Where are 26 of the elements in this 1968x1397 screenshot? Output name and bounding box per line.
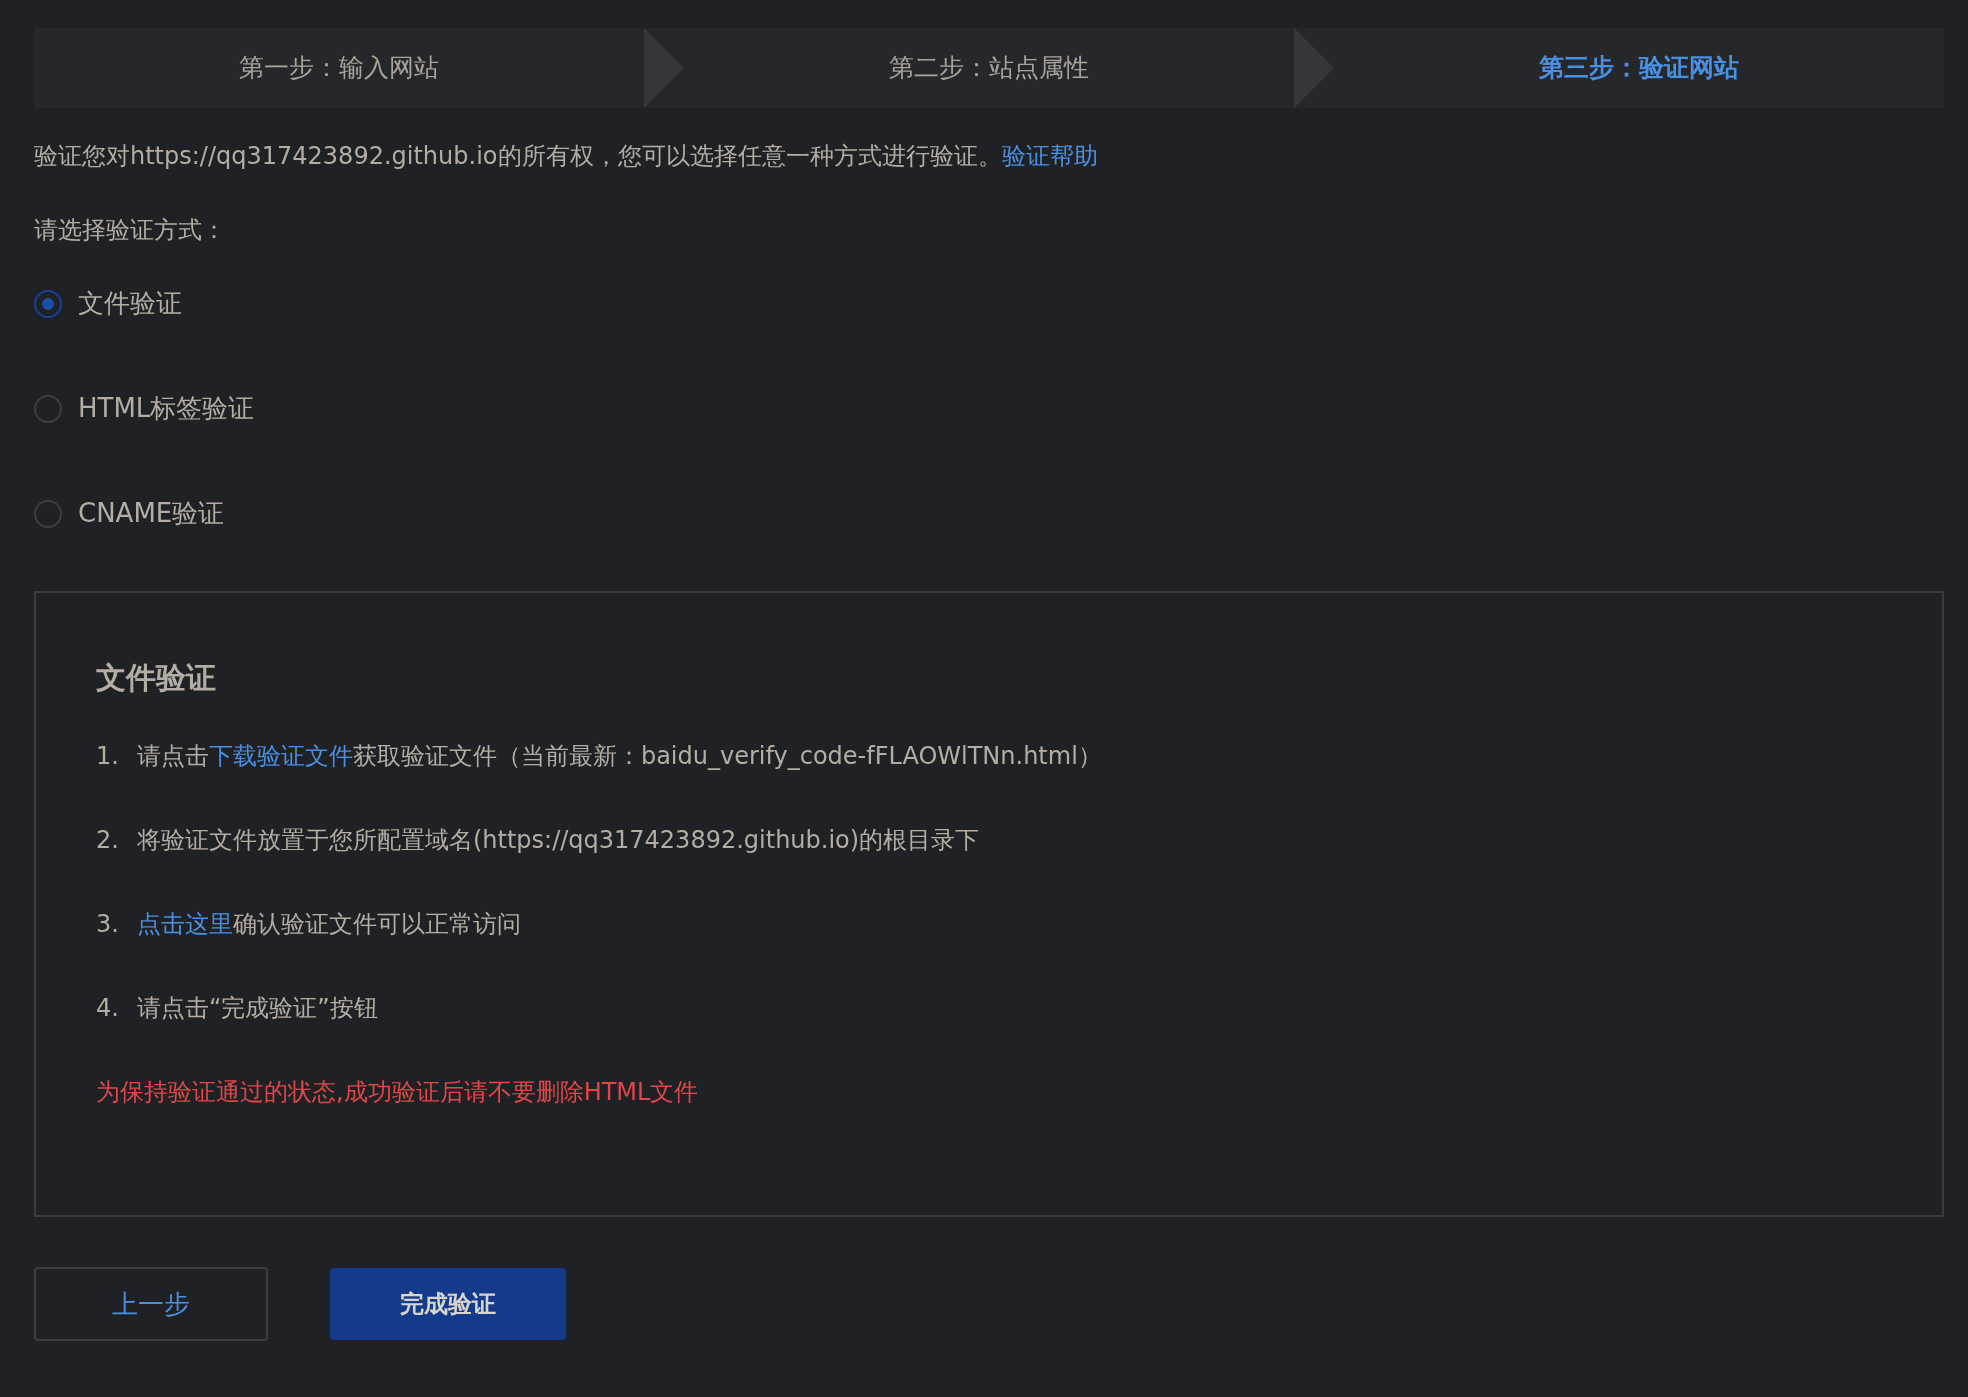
help-link[interactable]: 验证帮助 [1001, 142, 1098, 170]
step-tab[interactable]: 第三步：验证网站 [1334, 28, 1944, 108]
instruction-text: 点击这里确认验证文件可以正常访问 [136, 909, 521, 940]
intro-text: 验证您对https://qq317423892.github.io的所有权，您可以选择任意一种方式进行验证。验证帮助 [34, 141, 1099, 172]
finish-button[interactable]: 完成验证 [330, 1268, 566, 1340]
method-label: 请选择验证方式： [34, 215, 227, 246]
previous-button[interactable]: 上一步 [34, 1267, 268, 1341]
list-number: 4. [96, 993, 119, 1024]
radio-button[interactable] [34, 499, 62, 528]
instruction-text: 请点击下载验证文件获取验证文件（当前最新：baidu_verify_code-fFLAOWlTNn.html） [136, 741, 1102, 772]
panel-title: 文件验证 [96, 659, 217, 697]
radio-button[interactable] [34, 289, 62, 318]
instruction-text: 将验证文件放置于您所配置域名(https://qq317423892.github.io)的根目录下 [136, 825, 980, 856]
list-number: 1. [96, 741, 119, 772]
list-number: 2. [96, 825, 119, 856]
step-tab[interactable]: 第一步：输入网站 [34, 28, 644, 108]
instruction-link[interactable]: 下载验证文件 [208, 742, 353, 770]
instruction-link[interactable]: 点击这里 [136, 910, 233, 938]
instruction-text: 请点击“完成验证”按钮 [136, 993, 378, 1024]
step-tab[interactable]: 第二步：站点属性 [684, 28, 1294, 108]
warning-text: 为保持验证通过的状态,成功验证后请不要删除HTML文件 [96, 1077, 700, 1108]
radio-button[interactable] [34, 394, 62, 423]
list-number: 3. [96, 909, 119, 940]
radio-label[interactable]: 文件验证 [78, 284, 182, 323]
radio-label[interactable]: CNAME验证 [78, 494, 225, 533]
radio-label[interactable]: HTML标签验证 [78, 389, 255, 428]
